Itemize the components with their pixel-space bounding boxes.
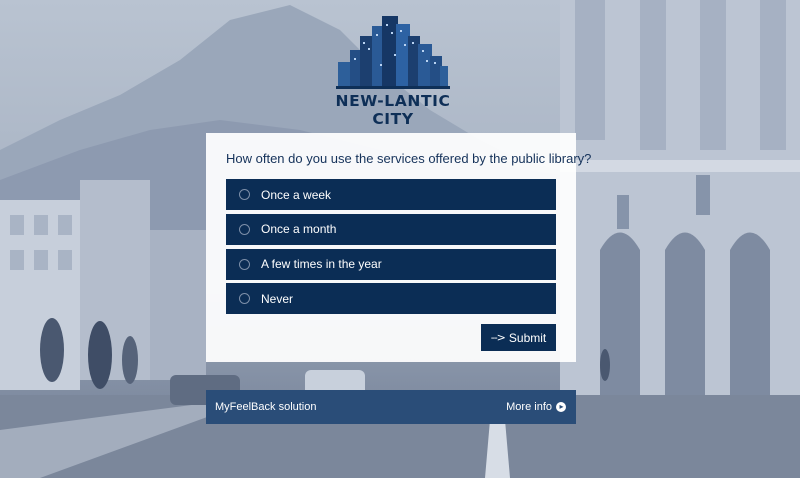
more-info-link[interactable]: More info ▸	[506, 401, 566, 413]
city-skyline-icon	[336, 16, 450, 89]
radio-button-icon[interactable]	[239, 293, 250, 305]
more-info-label: More info	[506, 401, 552, 413]
arrow-circle-right-icon: ▸	[556, 402, 566, 412]
submit-button[interactable]: --> Submit	[481, 324, 556, 351]
footer-brand: MyFeelBack solution	[215, 401, 317, 413]
answer-option-label: Never	[261, 291, 294, 306]
survey-card: How often do you use the services offere…	[206, 133, 592, 362]
footer-bar: MyFeelBack solution More info ▸	[206, 390, 576, 424]
answer-option-label: Once a month	[261, 222, 337, 237]
answer-option-once-a-month[interactable]: Once a month	[226, 213, 556, 245]
answer-option-label: A few times in the year	[261, 257, 382, 272]
answer-option-label: Once a week	[261, 187, 332, 202]
radio-button-icon[interactable]	[239, 189, 250, 200]
survey-page: NEW-LANTIC CITY How often do you use the…	[0, 0, 800, 478]
radio-button-icon[interactable]	[239, 258, 250, 270]
survey-question: How often do you use the services offere…	[226, 151, 592, 166]
dashed-arrow-icon: -->	[490, 331, 506, 344]
answer-option-few-times-a-year[interactable]: A few times in the year	[226, 248, 556, 280]
city-logo: NEW-LANTIC CITY	[314, 14, 472, 128]
logo-wordmark: NEW-LANTIC CITY	[335, 92, 451, 128]
answer-options: Once a week Once a month A few times in …	[226, 179, 556, 318]
answer-option-never[interactable]: Never	[226, 283, 556, 315]
radio-button-icon[interactable]	[239, 223, 250, 235]
answer-option-once-a-week[interactable]: Once a week	[226, 179, 556, 210]
submit-label: Submit	[508, 330, 547, 345]
